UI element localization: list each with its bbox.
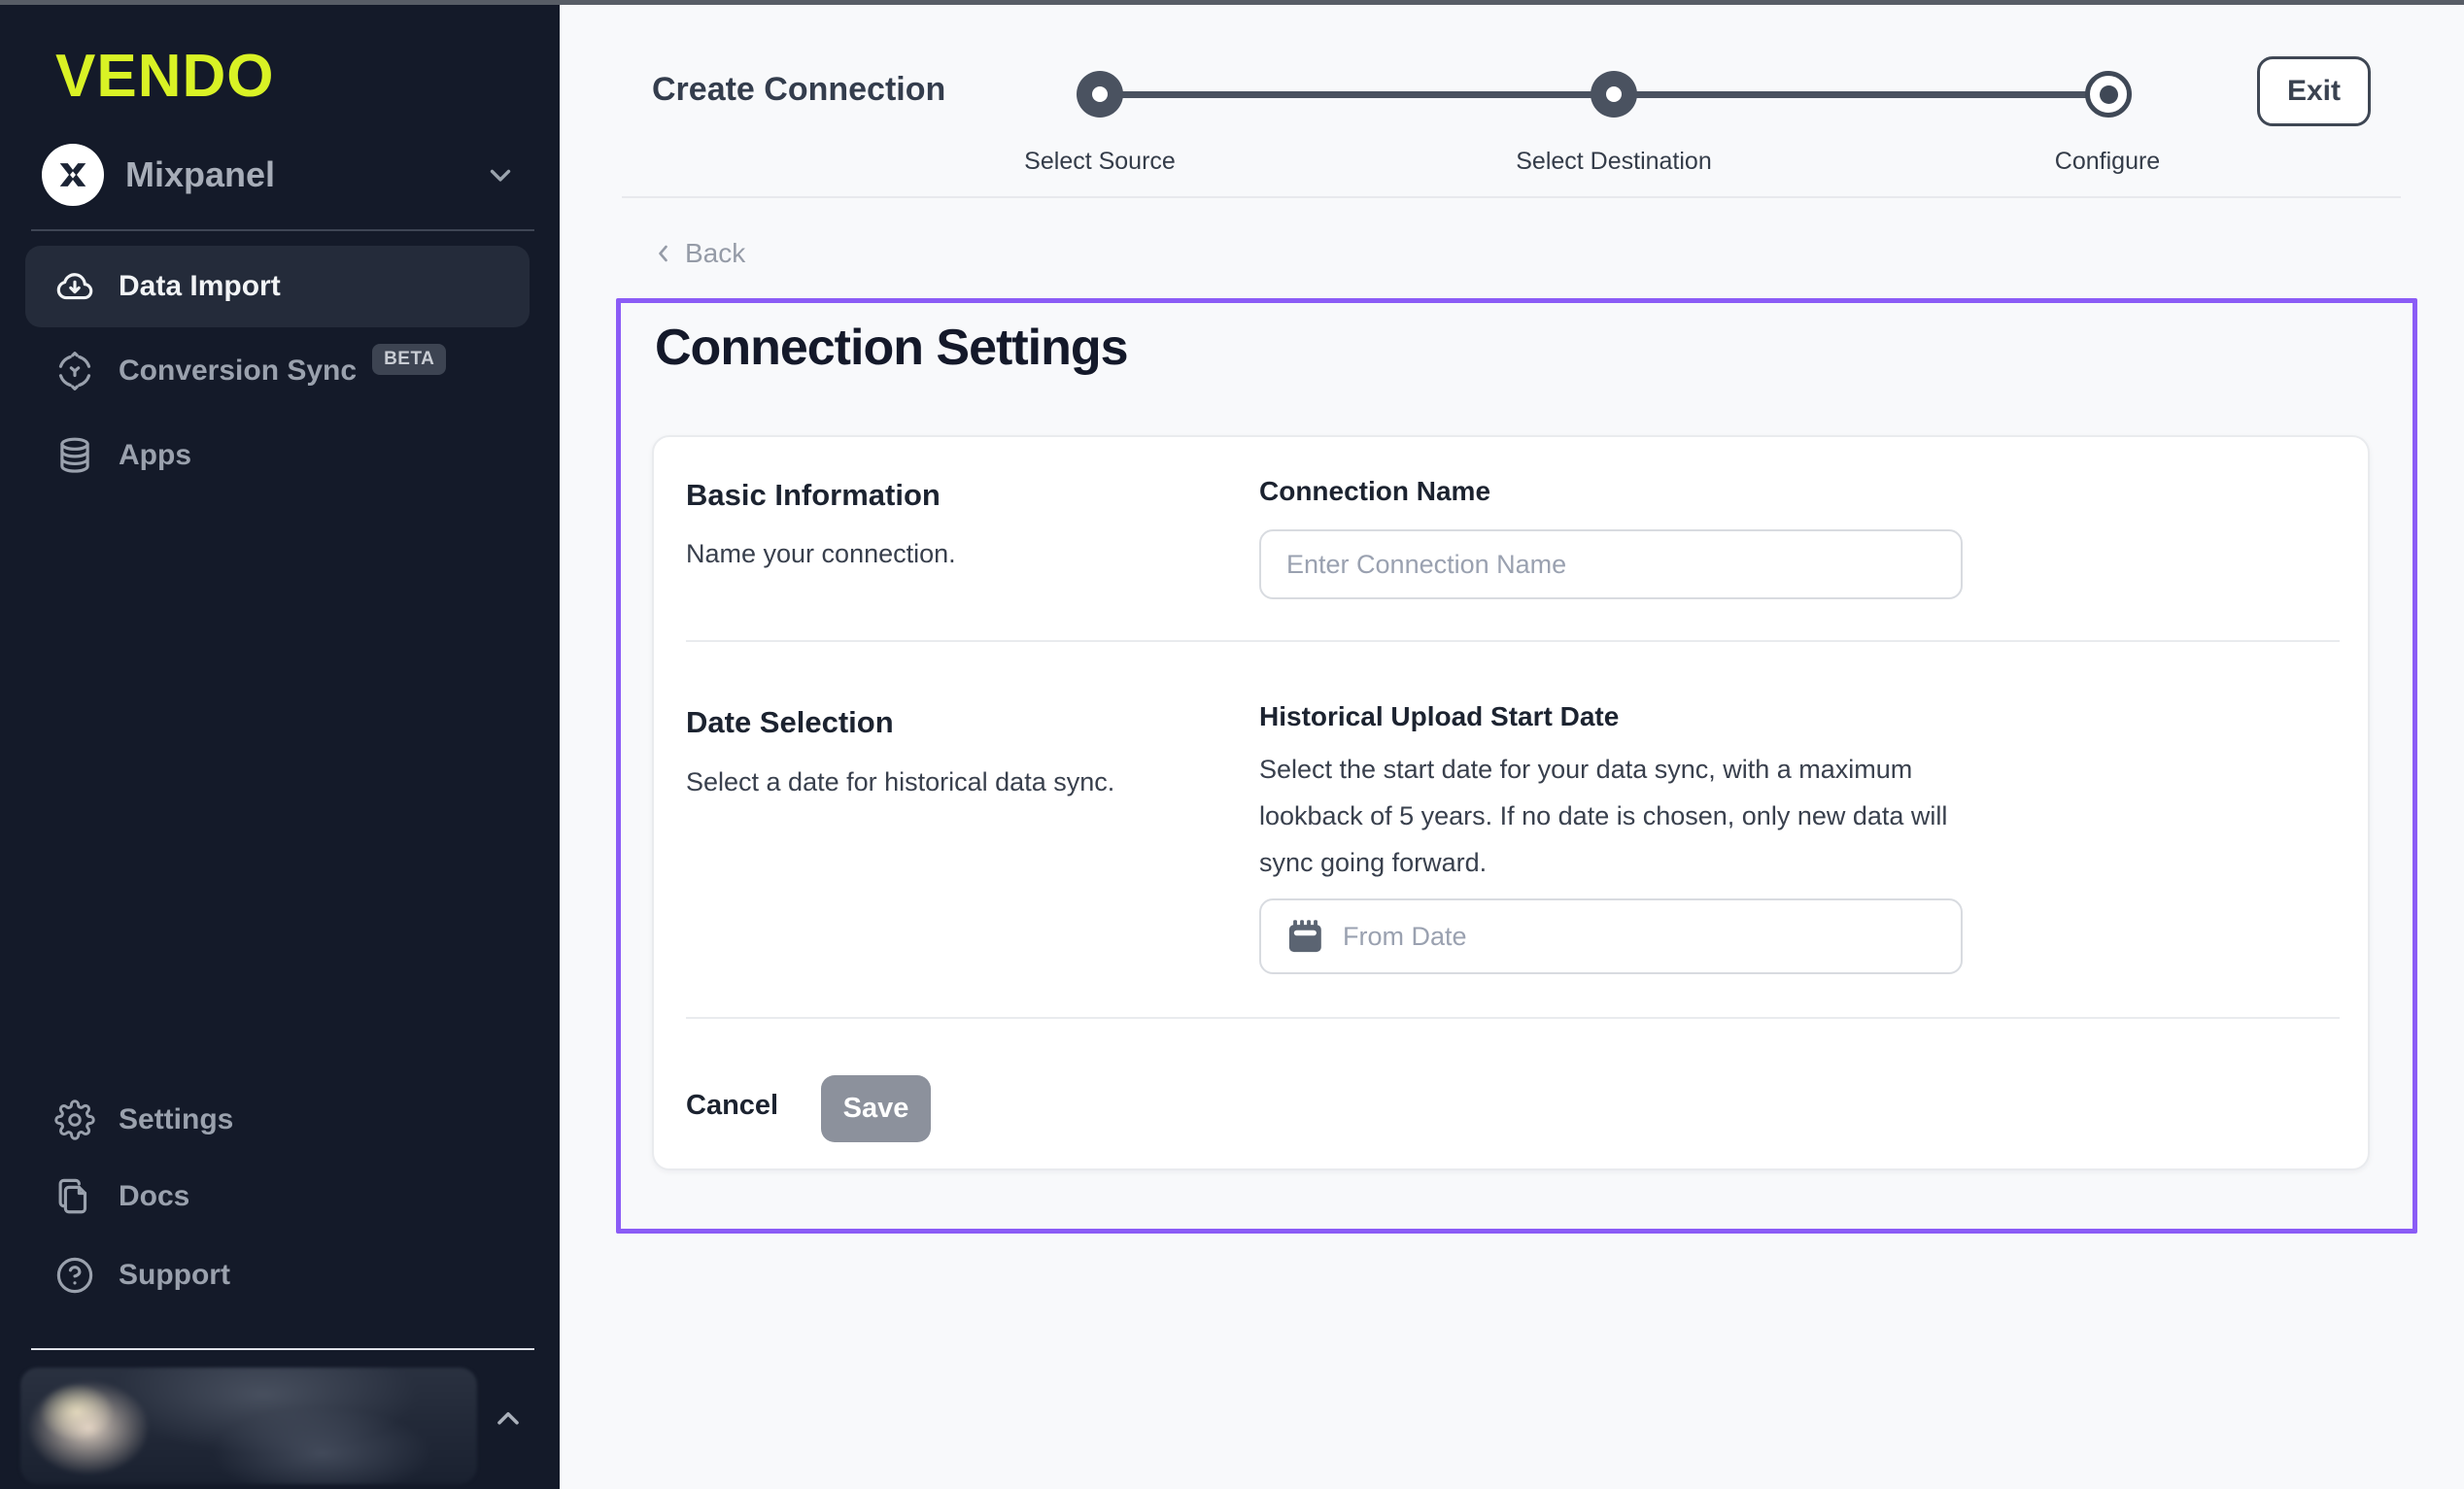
calendar-icon — [1284, 916, 1325, 957]
sidebar-item-label: Docs — [119, 1180, 189, 1213]
workspace-selector[interactable]: Mixpanel — [42, 138, 517, 212]
step-dot-configure — [2085, 71, 2132, 118]
connection-name-input[interactable] — [1259, 529, 1963, 599]
back-label: Back — [685, 238, 745, 269]
vendo-logo: VENDO — [55, 42, 274, 111]
user-profile-blurred[interactable] — [20, 1368, 477, 1484]
docs-icon — [54, 1176, 95, 1217]
header-divider — [622, 196, 2401, 198]
chevron-left-icon — [652, 242, 675, 265]
basic-information-heading: Basic Information — [686, 478, 941, 513]
connection-name-label: Connection Name — [1259, 476, 1490, 507]
from-date-input[interactable]: From Date — [1259, 898, 1963, 974]
conversion-sync-icon — [54, 351, 95, 391]
step-label-select-source: Select Source — [1024, 148, 1176, 176]
sidebar-item-label: Apps — [119, 439, 191, 472]
description-line: Select the start date for your data sync… — [1259, 746, 1959, 793]
sidebar-item-conversion-sync[interactable]: Conversion Sync BETA — [25, 334, 530, 408]
date-selection-heading: Date Selection — [686, 705, 894, 740]
settings-card: Basic Information Name your connection. … — [652, 435, 2370, 1170]
sidebar-item-settings[interactable]: Settings — [25, 1083, 530, 1157]
step-dot-select-destination — [1591, 71, 1637, 118]
connection-settings-section: Connection Settings Basic Information Na… — [616, 298, 2417, 1234]
sidebar-item-apps[interactable]: Apps — [25, 419, 530, 492]
step-dot-select-source — [1077, 71, 1123, 118]
cloud-download-icon — [54, 266, 95, 307]
page-title: Create Connection — [652, 71, 945, 109]
basic-information-description: Name your connection. — [686, 539, 956, 569]
sidebar-item-data-import[interactable]: Data Import — [25, 246, 530, 327]
chevron-down-icon — [484, 158, 517, 191]
back-link[interactable]: Back — [652, 238, 745, 269]
from-date-placeholder: From Date — [1343, 922, 1467, 952]
sidebar-item-label: Settings — [119, 1103, 233, 1136]
section-title: Connection Settings — [655, 319, 1128, 377]
window-top-strip — [0, 0, 2464, 5]
description-line: sync going forward. — [1259, 839, 1959, 886]
exit-button[interactable]: Exit — [2257, 56, 2371, 126]
historical-upload-description: Select the start date for your data sync… — [1259, 746, 1959, 886]
cancel-button[interactable]: Cancel — [686, 1090, 778, 1122]
card-divider — [686, 1017, 2340, 1019]
main-content: Create Connection Select Source Select D… — [560, 5, 2464, 1489]
mixpanel-logo-icon — [42, 144, 104, 206]
historical-upload-label: Historical Upload Start Date — [1259, 701, 1619, 732]
card-divider — [686, 640, 2340, 642]
sidebar-item-docs[interactable]: Docs — [25, 1160, 530, 1234]
sidebar-divider — [31, 229, 534, 231]
database-icon — [54, 435, 95, 476]
sidebar-divider — [31, 1348, 534, 1350]
chevron-up-icon[interactable] — [491, 1402, 526, 1437]
gear-icon — [54, 1100, 95, 1140]
step-label-configure: Configure — [2055, 148, 2160, 176]
save-button[interactable]: Save — [821, 1075, 931, 1142]
sidebar-item-support[interactable]: Support — [25, 1238, 530, 1312]
step-label-select-destination: Select Destination — [1516, 148, 1712, 176]
sidebar-item-label: Conversion Sync — [119, 355, 357, 388]
date-selection-description: Select a date for historical data sync. — [686, 767, 1114, 797]
sidebar-item-label: Support — [119, 1259, 230, 1292]
sidebar: VENDO Mixpanel Data Import — [0, 5, 560, 1489]
help-circle-icon — [54, 1255, 95, 1296]
description-line: lookback of 5 years. If no date is chose… — [1259, 793, 1959, 839]
beta-badge: BETA — [372, 344, 446, 375]
workspace-name: Mixpanel — [125, 154, 275, 195]
sidebar-item-label: Data Import — [119, 270, 281, 303]
